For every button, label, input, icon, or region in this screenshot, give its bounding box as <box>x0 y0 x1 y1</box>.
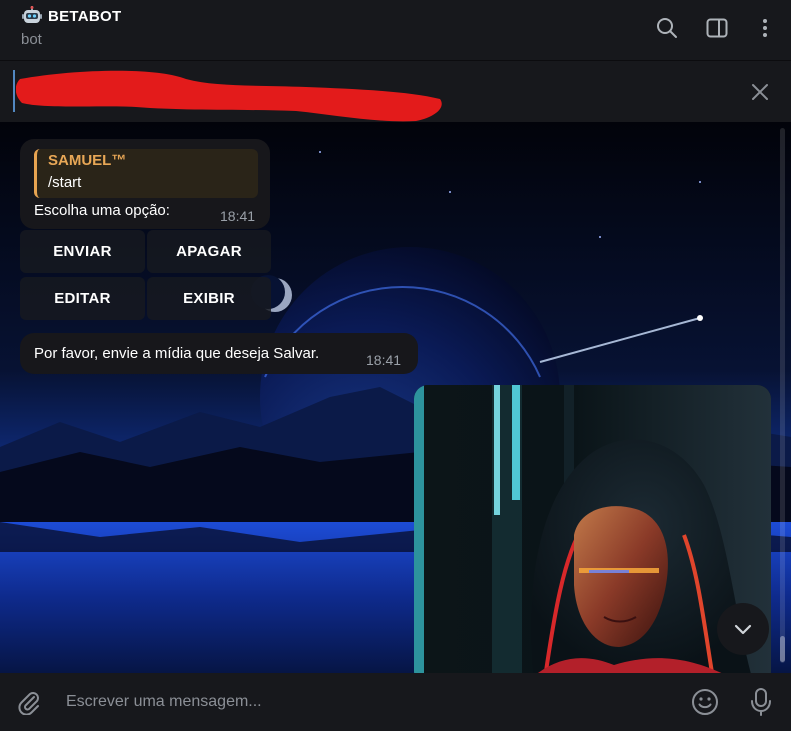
microphone-icon[interactable] <box>748 687 774 717</box>
editar-button[interactable]: EDITAR <box>20 277 145 320</box>
message-time: 18:41 <box>366 352 402 368</box>
scroll-down-button[interactable] <box>717 603 769 655</box>
message-input[interactable] <box>66 691 666 713</box>
search-icon[interactable] <box>655 16 679 40</box>
redaction-scribble <box>16 70 442 122</box>
chat-area[interactable]: SAMUEL™ /start Escolha uma opção: 18:41 … <box>0 122 791 673</box>
close-icon[interactable] <box>751 83 769 101</box>
sidebar-toggle-icon[interactable] <box>705 16 729 40</box>
robot-icon <box>22 6 42 23</box>
paperclip-icon[interactable] <box>16 689 42 715</box>
message-composer <box>0 673 791 731</box>
more-vertical-icon[interactable] <box>753 16 777 40</box>
reply-text: /start <box>48 174 82 191</box>
scrollbar-thumb[interactable] <box>780 636 785 662</box>
chevron-down-icon <box>734 624 752 635</box>
pinned-accent-line <box>13 70 15 112</box>
pinned-message-bar[interactable] <box>0 60 791 122</box>
chat-header: BETABOT bot <box>0 0 791 60</box>
reply-author: SAMUEL™ <box>48 152 127 169</box>
emoji-icon[interactable] <box>690 687 720 717</box>
exibir-button[interactable]: EXIBIR <box>147 277 271 320</box>
message-text: Por favor, envie a mídia que deseja Salv… <box>34 345 320 362</box>
chat-title-row[interactable]: BETABOT <box>22 6 121 26</box>
chat-subtitle: bot <box>21 31 42 48</box>
reply-quote[interactable]: SAMUEL™ /start <box>34 149 258 198</box>
message-time: 18:41 <box>220 208 256 224</box>
message-text: Escolha uma opção: <box>34 202 170 219</box>
scrollbar-track[interactable] <box>780 128 785 663</box>
enviar-button[interactable]: ENVIAR <box>20 230 145 273</box>
apagar-button[interactable]: APAGAR <box>147 230 271 273</box>
chat-title: BETABOT <box>48 7 122 25</box>
